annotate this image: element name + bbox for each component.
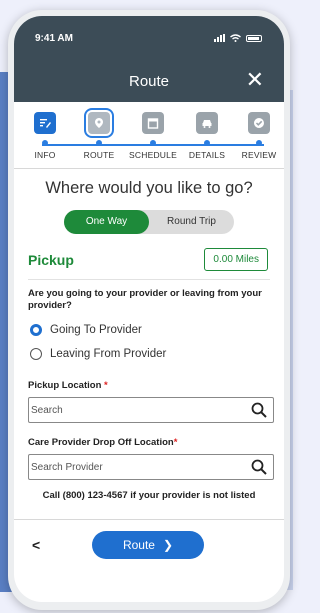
progress-stepper: INFO ROUTE SCHEDULE DETAILS REVIEW [14,108,284,168]
step-label: INFO [34,150,56,160]
radio-unchecked-icon[interactable] [30,348,42,360]
pickup-header: Pickup 0.00 Miles [28,248,268,271]
step-schedule[interactable]: SCHEDULE [126,112,180,160]
going-question: Are you going to your provider or leavin… [28,288,262,311]
radio-label: Leaving From Provider [50,348,167,360]
route-next-button[interactable]: Route ❯ [92,531,204,559]
radio-leaving-from-provider[interactable]: Leaving From Provider [30,348,270,360]
radio-checked-icon[interactable] [30,324,42,336]
page-title: Route [128,72,170,90]
divider [14,168,284,169]
status-time: 9:41 AM [35,32,73,44]
car-icon [196,112,218,134]
step-dot [150,140,156,146]
close-icon[interactable]: ✕ [246,69,264,91]
step-label: REVIEW [241,150,277,160]
step-label: ROUTE [83,150,115,160]
search-icon[interactable] [251,402,267,418]
step-dot [256,140,262,146]
required-marker: * [104,380,108,391]
route-button-label: Route [122,538,155,552]
app-screen: 9:41 AM Route ✕ INFO ROUTE SCHEDULE DETA… [14,16,284,602]
divider [28,279,270,280]
step-info[interactable]: INFO [18,112,72,160]
provider-search-input[interactable]: Search Provider [28,454,274,480]
field-label-text: Care Provider Drop Off Location [28,437,174,448]
radio-going-to-provider[interactable]: Going To Provider [30,324,270,336]
status-bar: 9:41 AM [14,16,284,60]
step-review[interactable]: REVIEW [232,112,284,160]
step-dot [42,140,48,146]
call-note: Call (800) 123-4567 if your provider is … [42,490,256,501]
one-way-option[interactable]: One Way [64,210,149,234]
check-icon [248,112,270,134]
step-details[interactable]: DETAILS [180,112,234,160]
phone-frame: 9:41 AM Route ✕ INFO ROUTE SCHEDULE DETA… [8,10,290,610]
dropoff-location-label: Care Provider Drop Off Location* [28,437,270,448]
radio-label: Going To Provider [50,324,142,336]
wifi-icon [230,34,241,42]
back-chevron-icon[interactable]: < [32,537,40,553]
divider [14,519,284,520]
footer-nav: < Route ❯ [14,531,284,561]
battery-icon [246,34,262,42]
pickup-search-input[interactable]: Search [28,397,274,423]
step-label: DETAILS [188,150,226,160]
field-label-text: Pickup Location [28,380,102,391]
round-trip-option[interactable]: Round Trip [149,210,234,234]
step-label: SCHEDULE [129,150,177,160]
step-route[interactable]: ROUTE [72,108,126,160]
map-pin-icon [84,108,114,138]
input-placeholder: Search [31,404,63,416]
miles-badge: 0.00 Miles [204,248,268,271]
pickup-title: Pickup [28,251,74,268]
step-dot [204,140,210,146]
calendar-icon [142,112,164,134]
chevron-right-icon: ❯ [162,538,174,552]
status-icons [214,34,262,42]
input-placeholder: Search Provider [31,461,103,473]
step-dot [96,140,102,146]
search-icon[interactable] [251,459,267,475]
page-header: Route ✕ [14,60,284,102]
edit-icon [34,112,56,134]
pickup-location-label: Pickup Location * [28,380,270,391]
trip-type-toggle: One Way Round Trip [64,210,234,234]
destination-question: Where would you like to go? [45,179,253,197]
signal-icon [214,34,225,42]
required-marker: * [173,437,178,448]
